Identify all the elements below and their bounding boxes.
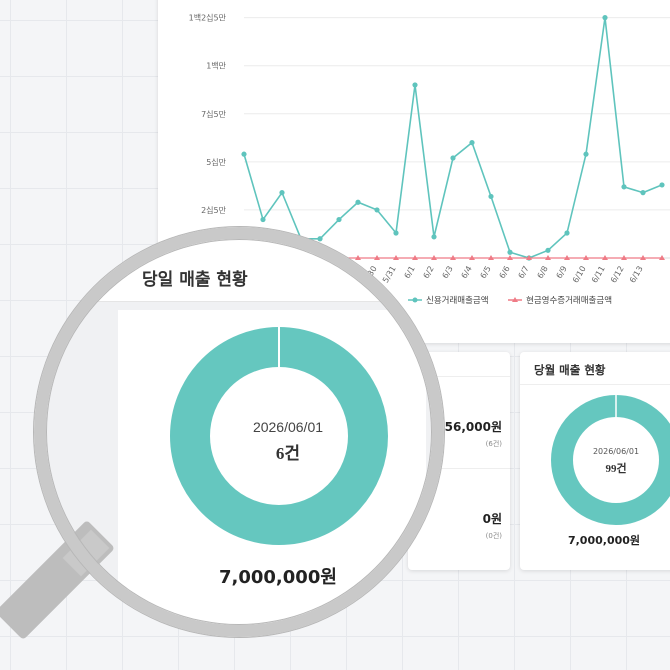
credit-sales-point <box>260 216 266 223</box>
monthly-date: 2026/06/01 <box>592 447 640 456</box>
credit-sales-point <box>545 247 551 253</box>
x-tick-label: 6/8 <box>536 265 550 281</box>
credit-count: (6건) <box>485 440 502 448</box>
credit-sales-point <box>279 190 285 196</box>
credit-sales-row: 456,000원 (6건) <box>436 418 502 449</box>
legend-label-cash: 현금영수증거래매출금액 <box>526 295 612 306</box>
magnifier-rim <box>34 227 444 637</box>
y-tick-label: 7십5만 <box>201 110 227 119</box>
monthly-total: 7,000,000원 <box>567 534 641 547</box>
x-tick-label: 6/12 <box>609 265 626 285</box>
cash-amount: 0원 <box>482 512 502 526</box>
credit-sales-point <box>507 249 513 255</box>
y-tick-label: 1백2십5만 <box>189 13 227 23</box>
credit-sales-point <box>355 199 361 205</box>
credit-sales-point <box>374 207 380 213</box>
divider <box>520 384 670 385</box>
credit-sales-point <box>659 182 665 188</box>
x-tick-label: 6/13 <box>628 265 645 285</box>
monthly-sales-title: 당월 매출 현황 <box>534 363 606 377</box>
credit-sales-point <box>488 193 494 200</box>
cash-count: (0건) <box>485 532 502 540</box>
credit-sales-point <box>621 184 627 190</box>
y-tick-label: 1백만 <box>206 61 226 71</box>
x-tick-label: 6/5 <box>479 265 493 281</box>
x-tick-label: 6/4 <box>460 265 474 281</box>
x-tick-label: 6/7 <box>517 265 531 281</box>
monthly-sales-panel: 당월 매출 현황 2026/06/01 99건 7,000,000원 <box>520 352 670 570</box>
credit-sales-line <box>243 17 663 259</box>
credit-sales-point <box>583 151 589 157</box>
credit-sales-point <box>469 140 475 146</box>
credit-sales-point <box>602 15 608 21</box>
credit-sales-point <box>412 82 418 88</box>
y-tick-label: 5십만 <box>206 158 226 167</box>
x-tick-label: 6/9 <box>555 265 569 281</box>
credit-amount: 456,000원 <box>436 420 502 434</box>
x-tick-label: 6/11 <box>590 265 607 285</box>
x-tick-label: 6/10 <box>571 265 588 285</box>
y-tick-label: 2십5만 <box>201 206 227 215</box>
monthly-count: 99건 <box>605 463 627 475</box>
credit-sales-point <box>336 216 342 223</box>
credit-sales-point <box>450 155 456 161</box>
cash-receipt-row: 0원 (0건) <box>483 510 502 541</box>
credit-sales-point <box>640 190 646 196</box>
credit-sales-point <box>564 230 570 236</box>
x-tick-label: 6/6 <box>498 265 512 281</box>
credit-sales-point <box>241 151 247 157</box>
